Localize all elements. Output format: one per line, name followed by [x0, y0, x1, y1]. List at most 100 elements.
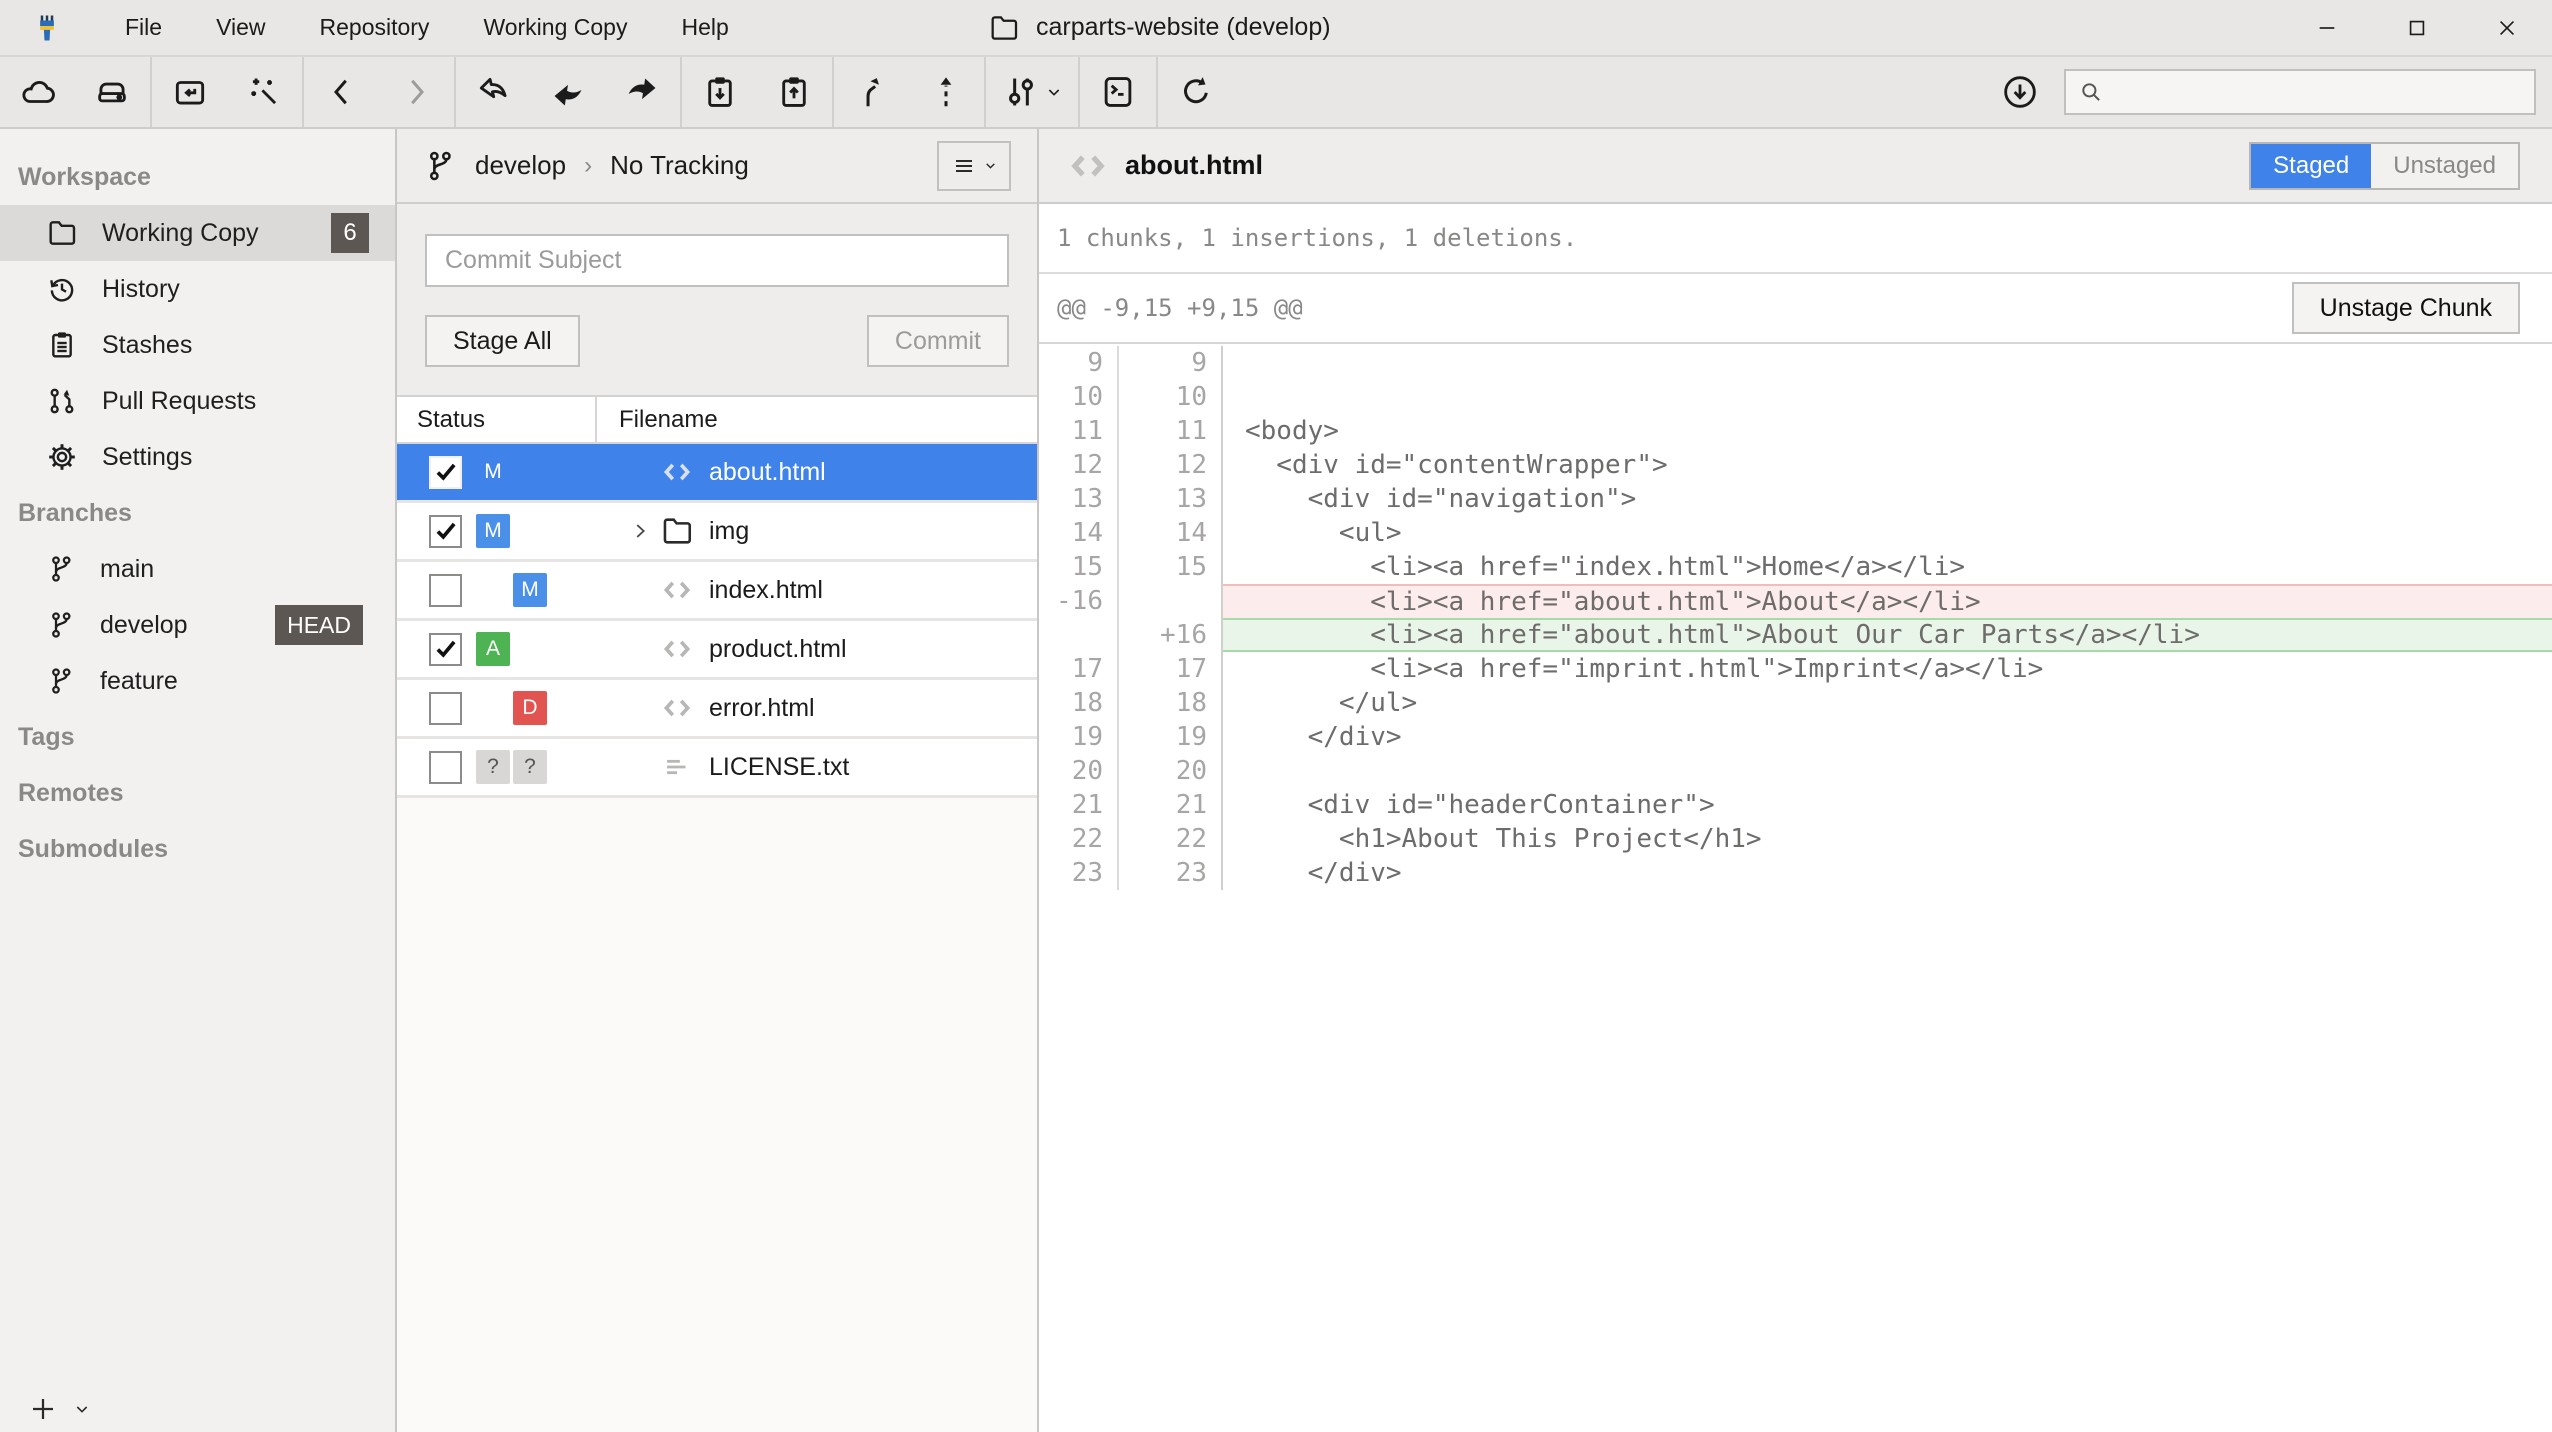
diff-line-added: +16 <li><a href="about.html">About Our C… — [1039, 618, 2552, 652]
filename-cell: img — [625, 514, 749, 548]
quick-launch-wand-icon[interactable] — [242, 70, 286, 114]
diff-line-text: <h1>About This Project</h1> — [1223, 822, 2552, 856]
diff-line-text — [1223, 754, 2552, 788]
sidebar-item-label: Pull Requests — [102, 387, 256, 416]
fetch-status-icon[interactable] — [1998, 70, 2042, 114]
diff-line: 99 — [1039, 346, 2552, 380]
search-input[interactable] — [2114, 79, 2522, 106]
status-badge-modified: M — [476, 514, 510, 548]
filename-cell: error.html — [625, 691, 815, 725]
new-line-number: 20 — [1119, 754, 1223, 788]
add-repository-button[interactable] — [28, 1394, 90, 1424]
menu-file[interactable]: File — [98, 0, 189, 55]
fetch-icon[interactable] — [472, 70, 516, 114]
sidebar-item-working-copy[interactable]: Working Copy 6 — [0, 205, 395, 261]
diff-stats: 1 chunks, 1 insertions, 1 deletions. — [1039, 204, 2552, 274]
file-row-license-txt[interactable]: ? ? LICENSE.txt — [397, 739, 1037, 798]
file-row-error-html[interactable]: D error.html — [397, 680, 1037, 739]
stage-checkbox[interactable] — [429, 692, 462, 725]
sidebar-item-settings[interactable]: Settings — [0, 429, 395, 485]
sidebar-header-branches[interactable]: Branches — [0, 485, 395, 541]
menu-repository[interactable]: Repository — [293, 0, 457, 55]
cloud-icon[interactable] — [16, 70, 60, 114]
git-branch-icon — [46, 666, 76, 696]
git-branch-icon — [423, 149, 457, 183]
stage-checkbox[interactable] — [429, 633, 462, 666]
new-line-number: 17 — [1119, 652, 1223, 686]
stage-checkbox[interactable] — [429, 515, 462, 548]
stage-all-button[interactable]: Stage All — [425, 315, 580, 367]
filename-cell: index.html — [625, 573, 823, 607]
push-icon[interactable] — [620, 70, 664, 114]
status-badges: ? ? — [476, 750, 547, 784]
old-line-number: 17 — [1039, 652, 1119, 686]
old-line-number: 18 — [1039, 686, 1119, 720]
menu-bar: File View Repository Working Copy Help — [98, 0, 756, 55]
menu-working-copy[interactable]: Working Copy — [456, 0, 654, 55]
stash-save-icon[interactable] — [698, 70, 742, 114]
pull-icon[interactable] — [546, 70, 590, 114]
open-repo-folder-icon[interactable] — [168, 70, 212, 114]
status-badge-empty — [513, 632, 547, 666]
merge-branch-icon[interactable] — [850, 70, 894, 114]
menu-help[interactable]: Help — [654, 0, 755, 55]
toolbar-right — [1998, 57, 2552, 127]
old-line-number: -16 — [1039, 584, 1119, 618]
commit-button[interactable]: Commit — [867, 315, 1009, 367]
diff-line-text — [1223, 380, 2552, 414]
file-row-img[interactable]: M img — [397, 503, 1037, 562]
sidebar-branch-main[interactable]: main — [0, 541, 395, 597]
diff-line: 2020 — [1039, 754, 2552, 788]
branch-options-button[interactable] — [937, 141, 1011, 191]
diff-file-name: about.html — [1125, 150, 1263, 181]
interactive-rebase-icon[interactable] — [1002, 70, 1062, 114]
code-file-icon — [1067, 145, 1109, 187]
close-button[interactable] — [2462, 0, 2552, 55]
minimize-button[interactable] — [2282, 0, 2372, 55]
tab-unstaged[interactable]: Unstaged — [2371, 144, 2518, 188]
file-row-product-html[interactable]: A product.html — [397, 621, 1037, 680]
commit-subject-input[interactable] — [425, 234, 1009, 287]
file-table: Status Filename M — [397, 395, 1037, 1432]
diff-line: 1111<body> — [1039, 414, 2552, 448]
commit-area: Stage All Commit — [397, 204, 1037, 395]
hard-drive-icon[interactable] — [90, 70, 134, 114]
sidebar-branch-develop[interactable]: develop HEAD — [0, 597, 395, 653]
status-badge-untracked: ? — [476, 750, 510, 784]
diff-line: 1515 <li><a href="index.html">Home</a></… — [1039, 550, 2552, 584]
tab-staged[interactable]: Staged — [2251, 144, 2371, 188]
diff-line-text: <li><a href="index.html">Home</a></li> — [1223, 550, 2552, 584]
title-bar: File View Repository Working Copy Help c… — [0, 0, 2552, 55]
new-line-number: 23 — [1119, 856, 1223, 890]
old-line-number: 9 — [1039, 346, 1119, 380]
file-row-about-html[interactable]: M about.html — [397, 444, 1037, 503]
plus-icon — [28, 1394, 58, 1424]
sidebar-branch-feature[interactable]: feature — [0, 653, 395, 709]
filename-text: index.html — [709, 576, 823, 605]
stash-pop-icon[interactable] — [772, 70, 816, 114]
branch-label: develop — [100, 611, 188, 640]
sidebar-header-remotes[interactable]: Remotes — [0, 765, 395, 821]
forward-icon[interactable] — [394, 70, 438, 114]
stage-checkbox[interactable] — [429, 751, 462, 784]
rebase-dashed-icon[interactable] — [924, 70, 968, 114]
old-line-number — [1039, 618, 1119, 652]
app-window: File View Repository Working Copy Help c… — [0, 0, 2552, 1432]
expand-chevron-icon[interactable] — [625, 520, 655, 542]
menu-view[interactable]: View — [189, 0, 292, 55]
sidebar-item-pull-requests[interactable]: Pull Requests — [0, 373, 395, 429]
refresh-icon[interactable] — [1174, 70, 1218, 114]
back-icon[interactable] — [320, 70, 364, 114]
stage-checkbox[interactable] — [429, 456, 462, 489]
file-row-index-html[interactable]: M index.html — [397, 562, 1037, 621]
maximize-button[interactable] — [2372, 0, 2462, 55]
sidebar-header-submodules[interactable]: Submodules — [0, 821, 395, 877]
status-badge-added: A — [476, 632, 510, 666]
unstage-chunk-button[interactable]: Unstage Chunk — [2292, 282, 2520, 334]
toolbar-group-stash — [682, 57, 832, 127]
sidebar-header-tags[interactable]: Tags — [0, 709, 395, 765]
stage-checkbox[interactable] — [429, 574, 462, 607]
sidebar-item-stashes[interactable]: Stashes — [0, 317, 395, 373]
terminal-icon[interactable] — [1096, 70, 1140, 114]
sidebar-item-history[interactable]: History — [0, 261, 395, 317]
